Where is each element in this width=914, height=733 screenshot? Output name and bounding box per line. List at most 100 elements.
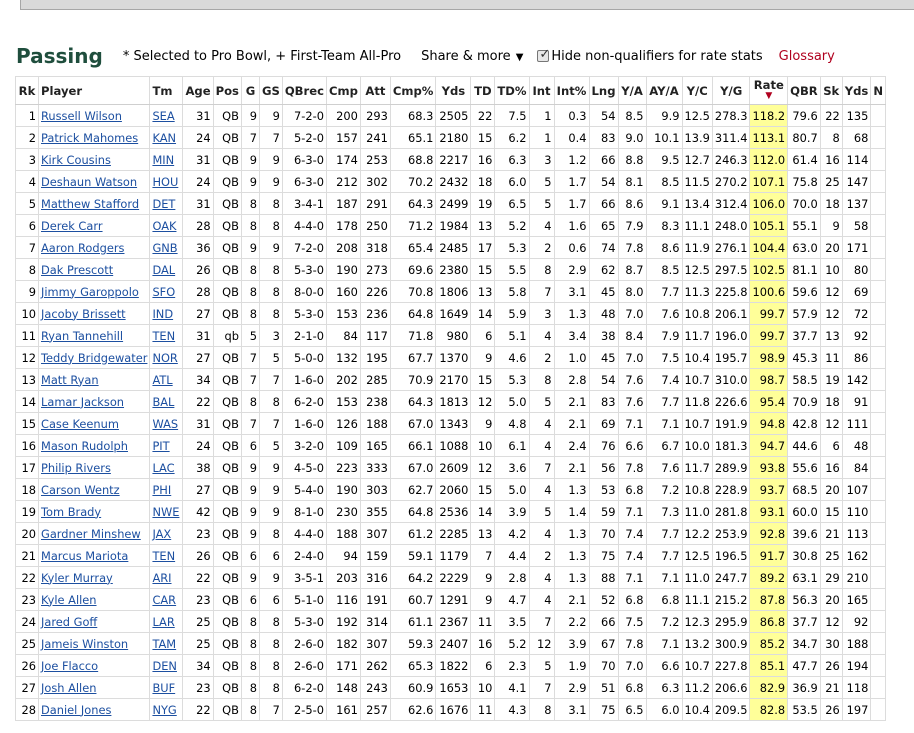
column-header-yds[interactable]: Yds — [435, 76, 472, 105]
hide-nonqualifiers-checkbox[interactable]: ✓ — [537, 47, 550, 62]
player-link[interactable]: Russell Wilson — [41, 109, 122, 123]
player-link[interactable]: Lamar Jackson — [41, 395, 124, 409]
team-link[interactable]: TAM — [152, 637, 176, 651]
team-link[interactable]: SEA — [152, 109, 174, 123]
table-cell: 311.4 — [711, 126, 751, 149]
team-link[interactable]: OAK — [152, 219, 176, 233]
team-link[interactable]: PHI — [152, 483, 171, 497]
column-header-rk[interactable]: Rk — [15, 76, 39, 105]
table-row: 13 Matt Ryan ATL 34 QB 7 7 1-6-0 202 285 70.9 2170 1… — [15, 368, 887, 391]
table-cell: 17 — [470, 236, 496, 259]
team-link[interactable]: JAX — [152, 527, 171, 541]
column-header-ay-a[interactable]: AY/A — [645, 76, 683, 105]
column-header-gs[interactable]: GS — [258, 76, 283, 105]
column-header-tm[interactable]: Tm — [149, 76, 184, 105]
player-link[interactable]: Case Keenum — [41, 417, 119, 431]
player-link[interactable]: Patrick Mahomes — [41, 131, 138, 145]
player-link[interactable]: Gardner Minshew — [41, 527, 141, 541]
player-link[interactable]: Jacoby Brissett — [41, 307, 126, 321]
player-link[interactable]: Jimmy Garoppolo — [41, 285, 139, 299]
team-link[interactable]: KAN — [152, 131, 176, 145]
player-link[interactable]: Matt Ryan — [41, 373, 99, 387]
column-header-rate[interactable]: Rate ▼ — [749, 76, 789, 105]
team-link[interactable]: PIT — [152, 439, 169, 453]
column-header-pos[interactable]: Pos — [212, 76, 242, 105]
player-link[interactable]: Kyler Murray — [41, 571, 113, 585]
player-link[interactable]: Philip Rivers — [41, 461, 111, 475]
column-header-y-a[interactable]: Y/A — [617, 76, 647, 105]
player-link[interactable]: Josh Allen — [41, 681, 96, 695]
team-link[interactable]: ARI — [152, 571, 171, 585]
hide-nonqualifiers-toggle[interactable]: ✓ Hide non-qualifiers for rate stats — [537, 47, 763, 64]
table-cell: 105.1 — [749, 214, 789, 237]
column-header-qbr[interactable]: QBR — [787, 76, 821, 105]
table-cell: 4.3 — [494, 698, 530, 721]
table-cell: 206.6 — [711, 676, 751, 699]
column-header-player[interactable]: Player — [37, 76, 151, 105]
team-link[interactable]: NWE — [152, 505, 179, 519]
team-link[interactable]: TEN — [152, 329, 175, 343]
column-header-g[interactable]: G — [240, 76, 260, 105]
table-cell: 69 — [841, 280, 872, 303]
team-link[interactable]: DEN — [152, 659, 177, 673]
table-cell: NYG — [149, 698, 184, 721]
column-header-cmp[interactable]: Cmp% — [389, 76, 437, 105]
team-link[interactable]: LAC — [152, 461, 174, 475]
team-link[interactable]: BAL — [152, 395, 174, 409]
table-cell: 28 — [15, 698, 39, 721]
player-link[interactable]: Carson Wentz — [41, 483, 120, 497]
team-link[interactable]: DAL — [152, 263, 175, 277]
column-header-age[interactable]: Age — [182, 76, 214, 105]
player-link[interactable]: Derek Carr — [41, 219, 103, 233]
column-header-yds-sack[interactable]: Yds — [841, 76, 872, 105]
column-header-cmp[interactable]: Cmp — [325, 76, 361, 105]
team-link[interactable]: SFO — [152, 285, 175, 299]
player-link[interactable]: Tom Brady — [41, 505, 101, 519]
team-link[interactable]: NOR — [152, 351, 177, 365]
team-link[interactable]: ATL — [152, 373, 172, 387]
table-cell: 62.6 — [389, 698, 437, 721]
column-header-y-c[interactable]: Y/C — [681, 76, 713, 105]
player-link[interactable]: Aaron Rodgers — [41, 241, 124, 255]
column-header-att[interactable]: Att — [359, 76, 391, 105]
player-link[interactable]: Teddy Bridgewater — [41, 351, 147, 365]
player-link[interactable]: Kirk Cousins — [41, 153, 111, 167]
team-link[interactable]: WAS — [152, 417, 178, 431]
team-link[interactable]: IND — [152, 307, 173, 321]
team-link[interactable]: TEN — [152, 549, 175, 563]
column-header-lng[interactable]: Lng — [588, 76, 619, 105]
team-link[interactable]: MIN — [152, 153, 174, 167]
player-link[interactable]: Deshaun Watson — [41, 175, 137, 189]
player-link[interactable]: Marcus Mariota — [41, 549, 128, 563]
share-more-button[interactable]: Share & more ▼ — [421, 49, 523, 64]
table-cell: 6 — [819, 434, 843, 457]
player-link[interactable]: Jared Goff — [41, 615, 97, 629]
column-header-td[interactable]: TD% — [494, 76, 530, 105]
team-link[interactable]: NYG — [152, 703, 176, 717]
player-link[interactable]: Dak Prescott — [41, 263, 113, 277]
table-cell: 161 — [325, 698, 361, 721]
column-header-n[interactable]: N — [870, 76, 887, 105]
column-header-y-g[interactable]: Y/G — [711, 76, 751, 105]
team-link[interactable]: BUF — [152, 681, 175, 695]
column-header-td[interactable]: TD — [470, 76, 496, 105]
player-link[interactable]: Jameis Winston — [41, 637, 128, 651]
table-cell: 285 — [359, 368, 391, 391]
player-link[interactable]: Daniel Jones — [41, 703, 111, 717]
team-link[interactable]: HOU — [152, 175, 178, 189]
column-header-int[interactable]: Int% — [553, 76, 590, 105]
team-link[interactable]: GNB — [152, 241, 177, 255]
player-link[interactable]: Mason Rudolph — [41, 439, 128, 453]
column-header-int[interactable]: Int — [528, 76, 555, 105]
player-link[interactable]: Joe Flacco — [41, 659, 98, 673]
team-link[interactable]: LAR — [152, 615, 174, 629]
team-link[interactable]: DET — [152, 197, 175, 211]
column-header-qbrec[interactable]: QBrec — [281, 76, 327, 105]
player-link[interactable]: Ryan Tannehill — [41, 329, 123, 343]
table-cell: 6.0 — [645, 698, 683, 721]
player-link[interactable]: Kyle Allen — [41, 593, 97, 607]
team-link[interactable]: CAR — [152, 593, 176, 607]
glossary-link[interactable]: Glossary — [779, 49, 835, 64]
player-link[interactable]: Matthew Stafford — [41, 197, 139, 211]
column-header-sk[interactable]: Sk — [819, 76, 843, 105]
